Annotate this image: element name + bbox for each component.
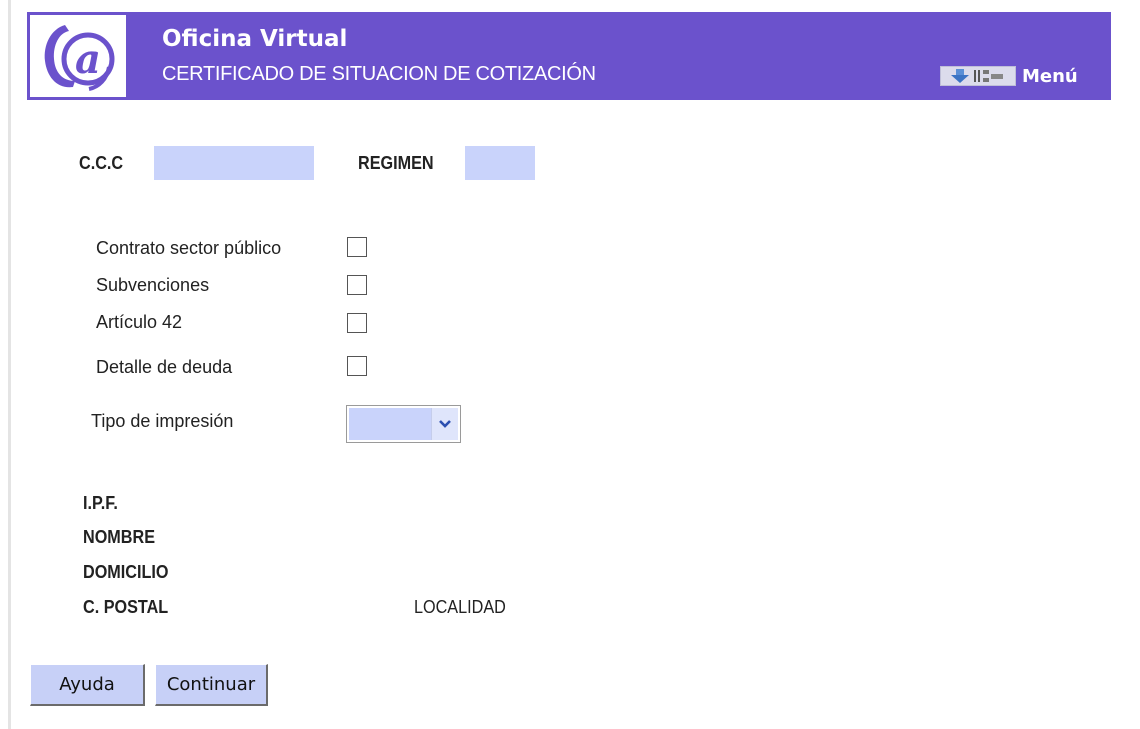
at-sign-logo-icon: a bbox=[44, 25, 115, 91]
dropdown-arrow[interactable] bbox=[431, 408, 458, 440]
articulo-42-checkbox[interactable] bbox=[347, 313, 367, 333]
header-bar: a Oficina Virtual CERTIFICADO DE SITUACI… bbox=[27, 12, 1111, 100]
continuar-button[interactable]: Continuar bbox=[155, 664, 268, 706]
nombre-label: NOMBRE bbox=[83, 527, 155, 547]
tipo-impresion-label: Tipo de impresión bbox=[91, 411, 234, 431]
regimen-field[interactable] bbox=[465, 146, 535, 180]
detalle-deuda-checkbox[interactable] bbox=[347, 356, 367, 376]
localidad-label: LOCALIDAD bbox=[414, 597, 506, 617]
svg-text:a: a bbox=[75, 36, 101, 83]
articulo-42-label: Artículo 42 bbox=[96, 312, 183, 332]
ayuda-button[interactable]: Ayuda bbox=[30, 664, 145, 706]
app-title: Oficina Virtual bbox=[162, 26, 348, 52]
menu-label: Menú bbox=[1022, 65, 1078, 87]
page: a Oficina Virtual CERTIFICADO DE SITUACI… bbox=[0, 0, 1140, 729]
ccc-field[interactable] bbox=[154, 146, 314, 180]
subvenciones-checkbox[interactable] bbox=[347, 275, 367, 295]
menu-icons bbox=[940, 66, 1016, 86]
tipo-impresion-select[interactable] bbox=[346, 405, 461, 443]
ccc-label: C.C.C bbox=[79, 153, 124, 173]
tipo-impresion-value bbox=[349, 408, 431, 440]
detalle-deuda-label: Detalle de deuda bbox=[96, 357, 233, 377]
c-postal-label: C. POSTAL bbox=[83, 597, 169, 617]
menu-button[interactable]: Menú bbox=[940, 64, 1078, 88]
contrato-sector-publico-label: Contrato sector público bbox=[96, 238, 282, 258]
contrato-sector-publico-checkbox[interactable] bbox=[347, 237, 367, 257]
chevron-down-icon bbox=[439, 420, 451, 428]
regimen-label: REGIMEN bbox=[358, 153, 434, 173]
left-border bbox=[8, 0, 11, 729]
logo: a bbox=[27, 12, 130, 100]
subvenciones-label: Subvenciones bbox=[96, 275, 210, 295]
page-subtitle: CERTIFICADO DE SITUACION DE COTIZACIÓN bbox=[162, 63, 596, 85]
ipf-label: I.P.F. bbox=[83, 493, 118, 513]
sitemap-icon bbox=[974, 70, 1003, 82]
domicilio-label: DOMICILIO bbox=[83, 562, 169, 582]
download-arrow-icon bbox=[951, 69, 969, 83]
